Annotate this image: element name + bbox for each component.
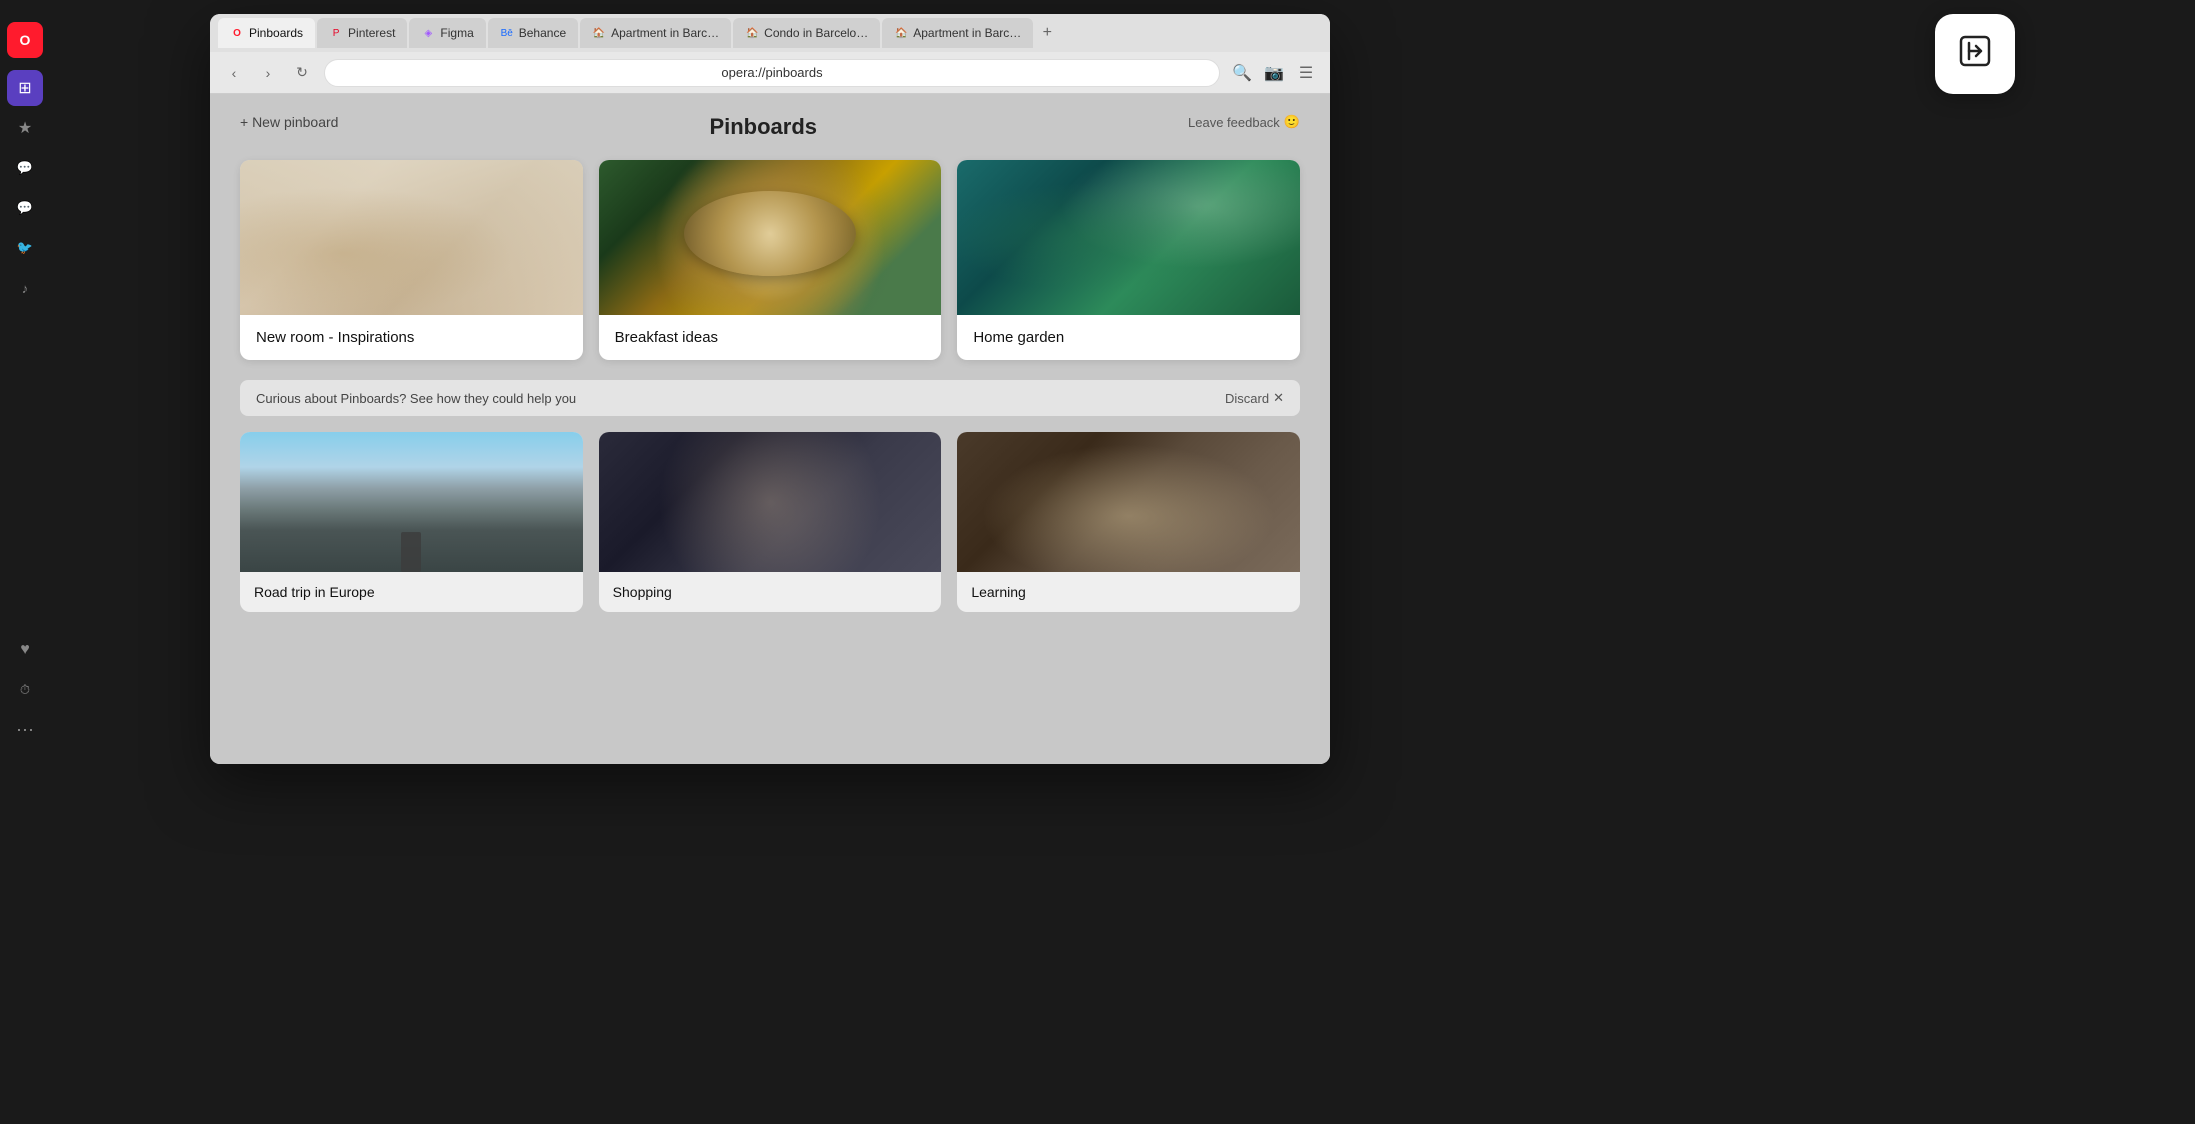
discard-label: Discard [1225, 391, 1269, 406]
tab-airbnb3-label: Apartment in Barc… [913, 26, 1021, 40]
airbnb2-favicon: 🏠 [745, 26, 759, 40]
browser-window: O Pinboards P Pinterest ◈ Figma Bē Behan… [210, 14, 1330, 764]
url-bar[interactable]: opera://pinboards [324, 59, 1220, 87]
suggestion-label-roadtrip: Road trip in Europe [240, 572, 583, 612]
leave-feedback-button[interactable]: Leave feedback 🙂 [1188, 114, 1300, 130]
new-tab-button[interactable]: + [1035, 21, 1059, 45]
share-icon [1957, 33, 1993, 76]
search-icon[interactable]: 🔍 [1230, 61, 1254, 85]
tab-pinterest[interactable]: P Pinterest [317, 18, 407, 48]
page-header: + New pinboard Pinboards Leave feedback … [240, 114, 1300, 140]
sidebar-heart-icon[interactable]: ♥ [7, 632, 43, 668]
pinboard-grid: New room - Inspirations Breakfast ideas … [240, 160, 1300, 360]
suggestion-image-learning [957, 432, 1300, 572]
info-banner-text: Curious about Pinboards? See how they co… [256, 391, 576, 406]
tab-behance[interactable]: Bē Behance [488, 18, 578, 48]
pinboards-favicon: O [230, 26, 244, 40]
tab-pinterest-label: Pinterest [348, 26, 395, 40]
suggestion-image-shopping [599, 432, 942, 572]
sidebar-favorites-icon[interactable]: ★ [7, 110, 43, 146]
pinboard-image-room [240, 160, 583, 315]
refresh-button[interactable]: ↻ [290, 61, 314, 85]
tab-airbnb2-label: Condo in Barcelo… [764, 26, 868, 40]
behance-favicon: Bē [500, 26, 514, 40]
info-banner: Curious about Pinboards? See how they co… [240, 380, 1300, 416]
suggestion-label-learning: Learning [957, 572, 1300, 612]
discard-button[interactable]: Discard ✕ [1225, 390, 1284, 406]
menu-icon[interactable]: ☰ [1294, 61, 1318, 85]
pinboard-label-breakfast: Breakfast ideas [599, 315, 942, 360]
pinboard-card-breakfast[interactable]: Breakfast ideas [599, 160, 942, 360]
sidebar-history-icon[interactable]: ⏱ [7, 672, 43, 708]
sidebar-whatsapp-icon[interactable]: 💬 [7, 190, 43, 226]
pinboard-image-breakfast [599, 160, 942, 315]
forward-button[interactable]: › [256, 61, 280, 85]
discard-icon: ✕ [1273, 390, 1284, 406]
sidebar-more-icon[interactable]: ⋯ [7, 712, 43, 748]
suggestion-card-shopping[interactable]: Shopping [599, 432, 942, 612]
figma-favicon: ◈ [421, 26, 435, 40]
tab-pinboards-label: Pinboards [249, 26, 303, 40]
suggestion-label-shopping: Shopping [599, 572, 942, 612]
screenshot-icon[interactable]: 📷 [1262, 61, 1286, 85]
tab-figma[interactable]: ◈ Figma [409, 18, 485, 48]
sidebar-icons-container: O ⊞ ★ 💬 💬 🐦 ♪ ♥ ⏱ ⋯ [0, 14, 50, 764]
opera-logo-button[interactable]: O [7, 22, 43, 58]
suggestion-image-roadtrip [240, 432, 583, 572]
pinterest-favicon: P [329, 26, 343, 40]
pinboard-label-garden: Home garden [957, 315, 1300, 360]
tab-airbnb2[interactable]: 🏠 Condo in Barcelo… [733, 18, 880, 48]
sidebar-spotify-icon[interactable]: ♪ [7, 270, 43, 306]
sidebar-twitter-icon[interactable]: 🐦 [7, 230, 43, 266]
feedback-emoji: 🙂 [1284, 114, 1300, 130]
content-area: + New pinboard Pinboards Leave feedback … [210, 94, 1330, 764]
suggestion-grid: Road trip in Europe Shopping Learning [240, 432, 1300, 612]
airbnb3-favicon: 🏠 [894, 26, 908, 40]
page-title: Pinboards [338, 114, 1188, 140]
address-bar: ‹ › ↻ opera://pinboards 🔍 📷 ☰ [210, 52, 1330, 94]
new-pinboard-button[interactable]: + New pinboard [240, 114, 338, 130]
url-text: opera://pinboards [721, 65, 822, 80]
airbnb1-favicon: 🏠 [592, 26, 606, 40]
leave-feedback-label: Leave feedback [1188, 115, 1280, 130]
share-fab-button[interactable] [1935, 14, 2015, 94]
opera-sidebar: O ⊞ ★ 💬 💬 🐦 ♪ ♥ ⏱ ⋯ [0, 14, 210, 764]
tab-airbnb3[interactable]: 🏠 Apartment in Barc… [882, 18, 1033, 48]
sidebar-messages-icon[interactable]: 💬 [7, 150, 43, 186]
tab-airbnb1[interactable]: 🏠 Apartment in Barc… [580, 18, 731, 48]
pinboard-card-garden[interactable]: Home garden [957, 160, 1300, 360]
tab-figma-label: Figma [440, 26, 473, 40]
pinboard-image-garden [957, 160, 1300, 315]
back-button[interactable]: ‹ [222, 61, 246, 85]
suggestion-card-learning[interactable]: Learning [957, 432, 1300, 612]
toolbar-right: 🔍 📷 ☰ [1230, 61, 1318, 85]
sidebar-extensions-icon[interactable]: ⊞ [7, 70, 43, 106]
new-pinboard-label: + New pinboard [240, 114, 338, 130]
pinboard-label-room: New room - Inspirations [240, 315, 583, 360]
pinboard-card-room[interactable]: New room - Inspirations [240, 160, 583, 360]
tab-bar: O Pinboards P Pinterest ◈ Figma Bē Behan… [210, 14, 1330, 52]
tab-behance-label: Behance [519, 26, 566, 40]
tab-airbnb1-label: Apartment in Barc… [611, 26, 719, 40]
tab-pinboards[interactable]: O Pinboards [218, 18, 315, 48]
suggestion-card-roadtrip[interactable]: Road trip in Europe [240, 432, 583, 612]
